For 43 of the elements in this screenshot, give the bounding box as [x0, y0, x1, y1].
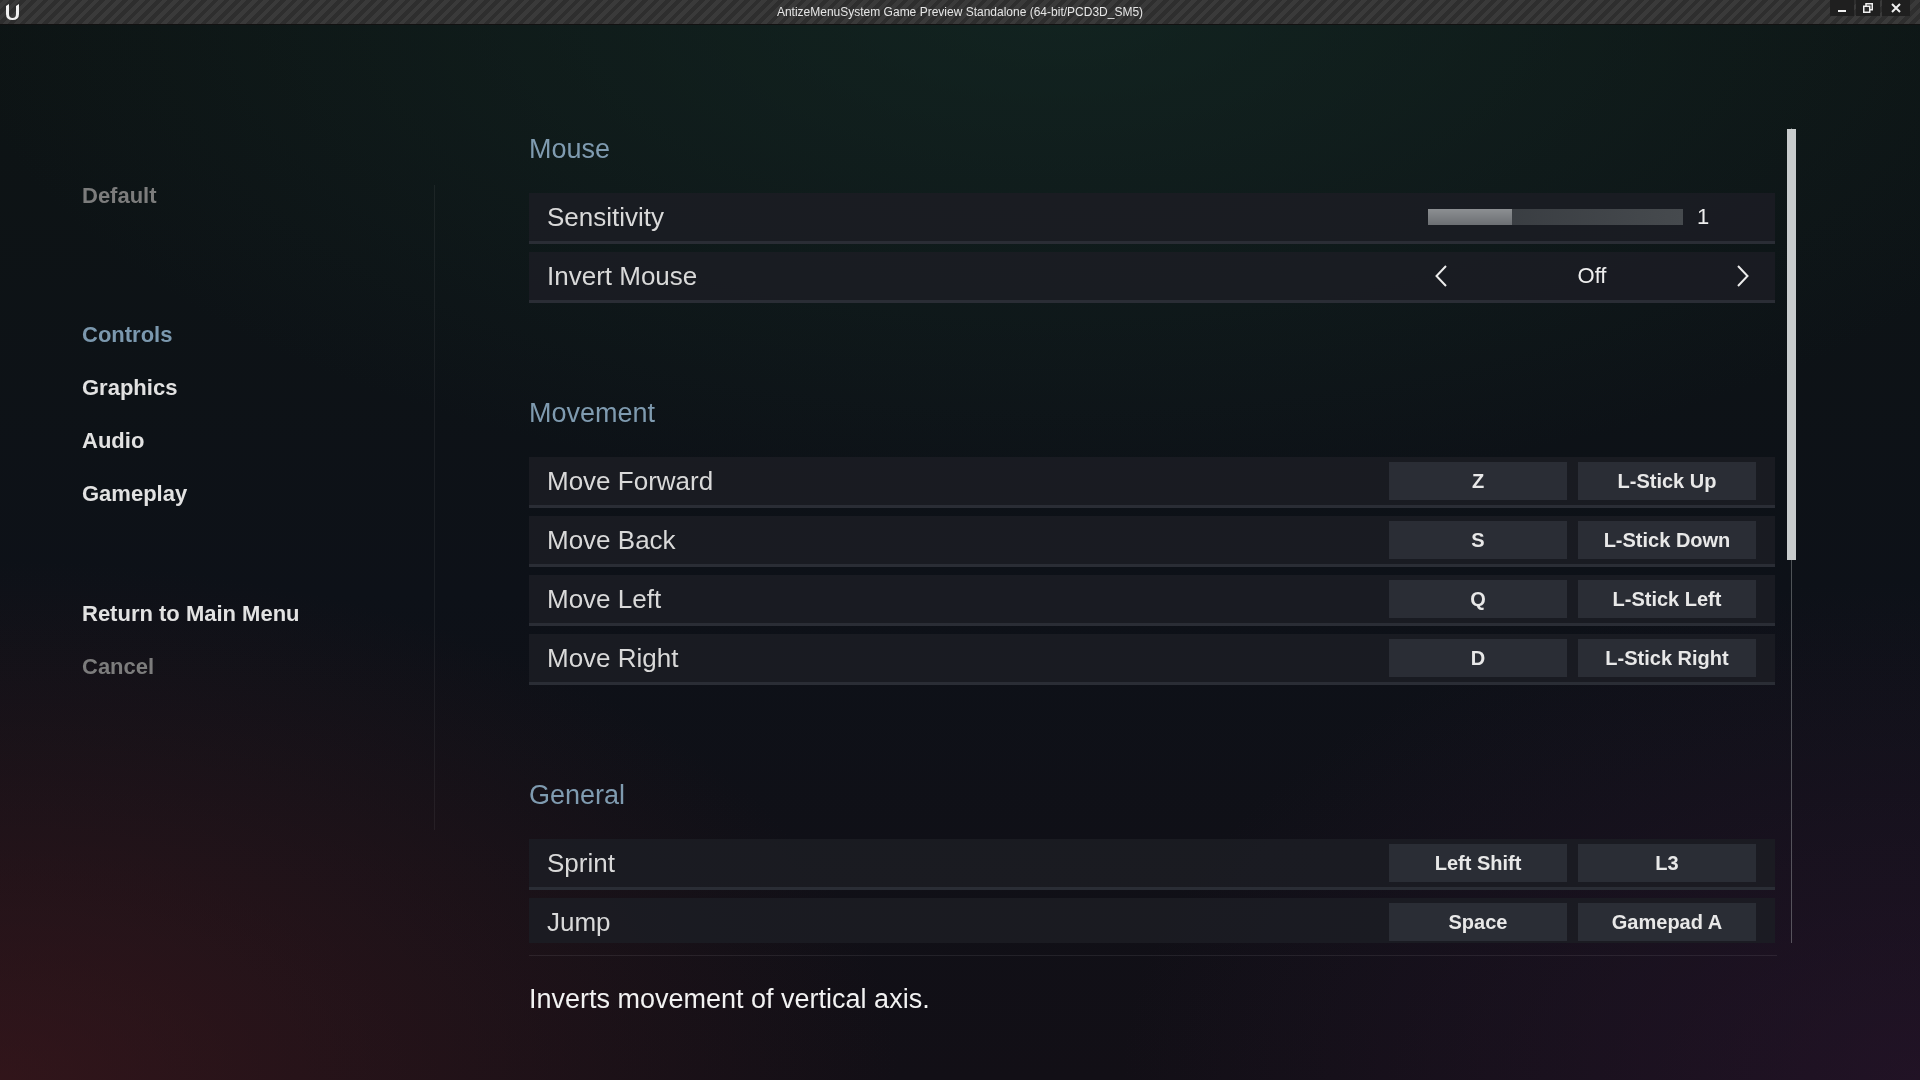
key-binding-button[interactable]: L-Stick Right: [1578, 639, 1756, 677]
section-heading: General: [529, 779, 627, 812]
menu-tab[interactable]: Graphics: [82, 373, 178, 403]
setting-label: Invert Mouse: [547, 261, 698, 291]
chevron-right-icon[interactable]: [1737, 265, 1749, 287]
slider-track[interactable]: [1428, 209, 1683, 225]
option-value: Off: [1576, 263, 1608, 289]
key-binding-button[interactable]: Gamepad A: [1578, 903, 1756, 941]
menu-tab[interactable]: Gameplay: [82, 479, 188, 509]
close-icon: [1891, 3, 1901, 13]
chevron-left-icon[interactable]: [1435, 265, 1447, 287]
setting-label: Move Left: [547, 584, 662, 614]
close-button[interactable]: [1882, 0, 1910, 16]
section-heading: Mouse: [529, 133, 612, 166]
app-logo-icon: [4, 3, 20, 21]
restore-icon: [1863, 3, 1873, 13]
key-binding-button[interactable]: D: [1389, 639, 1567, 677]
scrollbar-thumb[interactable]: [1787, 129, 1796, 560]
key-binding-button[interactable]: S: [1389, 521, 1567, 559]
key-binding-button[interactable]: Space: [1389, 903, 1567, 941]
setting-label: Sensitivity: [547, 202, 665, 232]
key-binding-button[interactable]: Q: [1389, 580, 1567, 618]
slider-value: 1: [1697, 204, 1710, 230]
menu-item[interactable]: Return to Main Menu: [82, 599, 300, 629]
minimize-button[interactable]: [1830, 0, 1854, 16]
restore-button[interactable]: [1856, 0, 1880, 16]
key-binding-button[interactable]: L-Stick Up: [1578, 462, 1756, 500]
setting-label: Move Forward: [547, 466, 714, 496]
description-text: Inverts movement of vertical axis.: [529, 983, 931, 1016]
section-heading: Movement: [529, 397, 657, 430]
key-binding-button[interactable]: Left Shift: [1389, 844, 1567, 882]
setting-label: Move Back: [547, 525, 676, 555]
setting-label: Jump: [547, 907, 611, 937]
window-title: AntizeMenuSystem Game Preview Standalone (64-bit/PCD3D_SM5): [776, 5, 1144, 19]
key-binding-button[interactable]: L-Stick Down: [1578, 521, 1756, 559]
minimize-icon: [1838, 10, 1846, 12]
setting-label: Move Right: [547, 643, 679, 673]
key-binding-button[interactable]: L3: [1578, 844, 1756, 882]
key-binding-button[interactable]: L-Stick Left: [1578, 580, 1756, 618]
menu-tab[interactable]: Audio: [82, 426, 145, 456]
setting-label: Sprint: [547, 848, 615, 878]
menu-tab[interactable]: Controls: [82, 320, 173, 350]
key-binding-button[interactable]: Z: [1389, 462, 1567, 500]
